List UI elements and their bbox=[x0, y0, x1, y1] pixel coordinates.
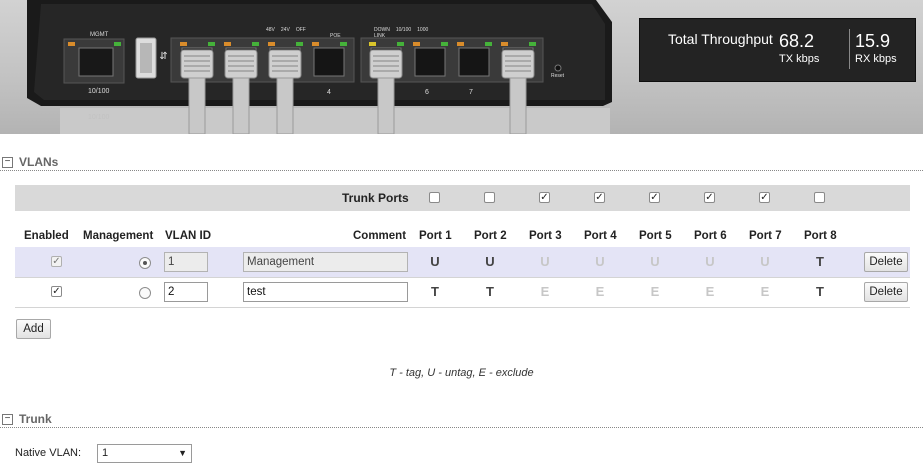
rx-value: 15.9 bbox=[855, 31, 891, 51]
trunk-port-8-checkbox[interactable] bbox=[814, 192, 825, 203]
trunk-collapse-toggle[interactable]: − bbox=[2, 414, 13, 425]
poe-legend-off: OFF bbox=[295, 27, 306, 33]
col-enabled: Enabled bbox=[24, 230, 69, 242]
row-1-comment-input[interactable]: Management bbox=[243, 252, 408, 272]
trunk-port-6-checkbox[interactable]: ✓ bbox=[704, 192, 715, 203]
trunk-port-4-checkbox[interactable]: ✓ bbox=[594, 192, 605, 203]
port-mode-legend: T - tag, U - untag, E - exclude bbox=[389, 367, 534, 379]
col-port-2: Port 2 bbox=[474, 230, 507, 242]
throughput-divider bbox=[849, 29, 850, 69]
row-2-enabled-checkbox[interactable]: ✓ bbox=[51, 286, 62, 297]
tx-value: 68.2 bbox=[779, 31, 815, 51]
row-divider bbox=[15, 307, 910, 308]
throughput-panel: Total Throughput 68.2 TX kbps 15.9 RX kb… bbox=[639, 18, 916, 82]
row-1-port-8-mode[interactable]: T bbox=[810, 254, 830, 269]
native-vlan-label: Native VLAN: bbox=[15, 447, 82, 459]
row-1-management-radio[interactable] bbox=[139, 257, 151, 269]
row-1-port-4-mode: U bbox=[595, 254, 605, 269]
row-1-port-5-mode: U bbox=[650, 254, 660, 269]
port-number-6: 6 bbox=[425, 89, 429, 96]
trunk-section-header: − Trunk bbox=[0, 412, 923, 428]
col-port-6: Port 6 bbox=[694, 230, 727, 242]
poe-legend: 48V 24V OFF bbox=[266, 27, 306, 33]
row-1-enabled-checkbox[interactable]: ✓ bbox=[51, 256, 62, 267]
link-legend-100: 10/100 bbox=[395, 27, 412, 33]
mgmt-speed-reflection: 10/100 bbox=[88, 114, 110, 121]
row-2-management-radio[interactable] bbox=[139, 287, 151, 299]
col-comment: Comment bbox=[353, 230, 407, 242]
col-management: Management bbox=[83, 230, 154, 242]
vlans-collapse-toggle[interactable]: − bbox=[2, 157, 13, 168]
link-legend-down: DOWN bbox=[374, 27, 390, 33]
col-port-7: Port 7 bbox=[749, 230, 782, 242]
row-1-port-3-mode: U bbox=[540, 254, 550, 269]
native-vlan-select[interactable]: 1 ▼ bbox=[97, 444, 192, 463]
trunk-port-7-checkbox[interactable]: ✓ bbox=[759, 192, 770, 203]
add-vlan-button[interactable]: Add bbox=[16, 319, 51, 339]
poe-legend-48v: 48V bbox=[266, 27, 275, 33]
throughput-title: Total Throughput bbox=[668, 31, 773, 47]
tx-unit: TX kbps bbox=[779, 53, 820, 65]
link-legend: DOWN 10/100 1000 bbox=[374, 27, 428, 33]
link-label: LINK bbox=[374, 33, 386, 39]
row-2-port-8-mode[interactable]: T bbox=[810, 284, 830, 299]
trunk-section-title: Trunk bbox=[19, 412, 52, 426]
poe-label: POE bbox=[330, 33, 341, 39]
col-vlan-id: VLAN ID bbox=[165, 230, 211, 242]
row-1-port-7-mode: U bbox=[760, 254, 770, 269]
row-2-delete-button[interactable]: Delete bbox=[864, 282, 908, 302]
row-1-port-1-mode[interactable]: U bbox=[425, 254, 445, 269]
col-port-1: Port 1 bbox=[419, 230, 452, 242]
col-port-5: Port 5 bbox=[639, 230, 672, 242]
trunk-section-divider bbox=[0, 427, 923, 428]
mgmt-speed-label: 10/100 bbox=[88, 88, 110, 95]
mgmt-label: MGMT bbox=[90, 32, 109, 38]
row-2-comment-input[interactable]: test bbox=[243, 282, 408, 302]
row-2-port-2-mode[interactable]: T bbox=[480, 284, 500, 299]
row-2-port-1-mode[interactable]: T bbox=[425, 284, 445, 299]
rx-unit: RX kbps bbox=[855, 53, 897, 65]
dropdown-arrow-icon: ▼ bbox=[178, 448, 187, 458]
trunk-port-1-checkbox[interactable] bbox=[429, 192, 440, 203]
port-number-4: 4 bbox=[327, 89, 331, 96]
row-2-port-3-mode: E bbox=[540, 284, 550, 299]
row-1-delete-button[interactable]: Delete bbox=[864, 252, 908, 272]
col-port-3: Port 3 bbox=[529, 230, 562, 242]
row-divider bbox=[15, 277, 910, 278]
row-2-port-6-mode: E bbox=[705, 284, 715, 299]
trunk-port-2-checkbox[interactable] bbox=[484, 192, 495, 203]
row-2-port-7-mode: E bbox=[760, 284, 770, 299]
col-port-4: Port 4 bbox=[584, 230, 617, 242]
row-1-port-2-mode[interactable]: U bbox=[480, 254, 500, 269]
reset-label: Reset bbox=[551, 73, 565, 79]
row-1-port-6-mode: U bbox=[705, 254, 715, 269]
row-1-vlan-id-input[interactable]: 1 bbox=[164, 252, 208, 272]
usb-icon: ⇆ bbox=[157, 51, 169, 60]
col-port-8: Port 8 bbox=[804, 230, 837, 242]
vlans-section-header: − VLANs bbox=[0, 155, 923, 171]
row-2-port-5-mode: E bbox=[650, 284, 660, 299]
row-2-vlan-id-input[interactable]: 2 bbox=[164, 282, 208, 302]
trunk-port-5-checkbox[interactable]: ✓ bbox=[649, 192, 660, 203]
trunk-port-3-checkbox[interactable]: ✓ bbox=[539, 192, 550, 203]
vlans-section-divider bbox=[0, 170, 923, 171]
port-number-7: 7 bbox=[469, 89, 473, 96]
trunk-ports-bar: Trunk Ports bbox=[15, 185, 910, 211]
trunk-ports-label: Trunk Ports bbox=[342, 191, 409, 205]
vlans-section-title: VLANs bbox=[19, 155, 59, 169]
poe-legend-24v: 24V bbox=[280, 27, 290, 33]
native-vlan-value: 1 bbox=[102, 447, 109, 459]
link-legend-1000: 1000 bbox=[417, 27, 429, 33]
device-header: MGMT 10/100 10/100 ⇆ 48V 24V OFF POE LIN… bbox=[0, 0, 923, 134]
row-2-port-4-mode: E bbox=[595, 284, 605, 299]
